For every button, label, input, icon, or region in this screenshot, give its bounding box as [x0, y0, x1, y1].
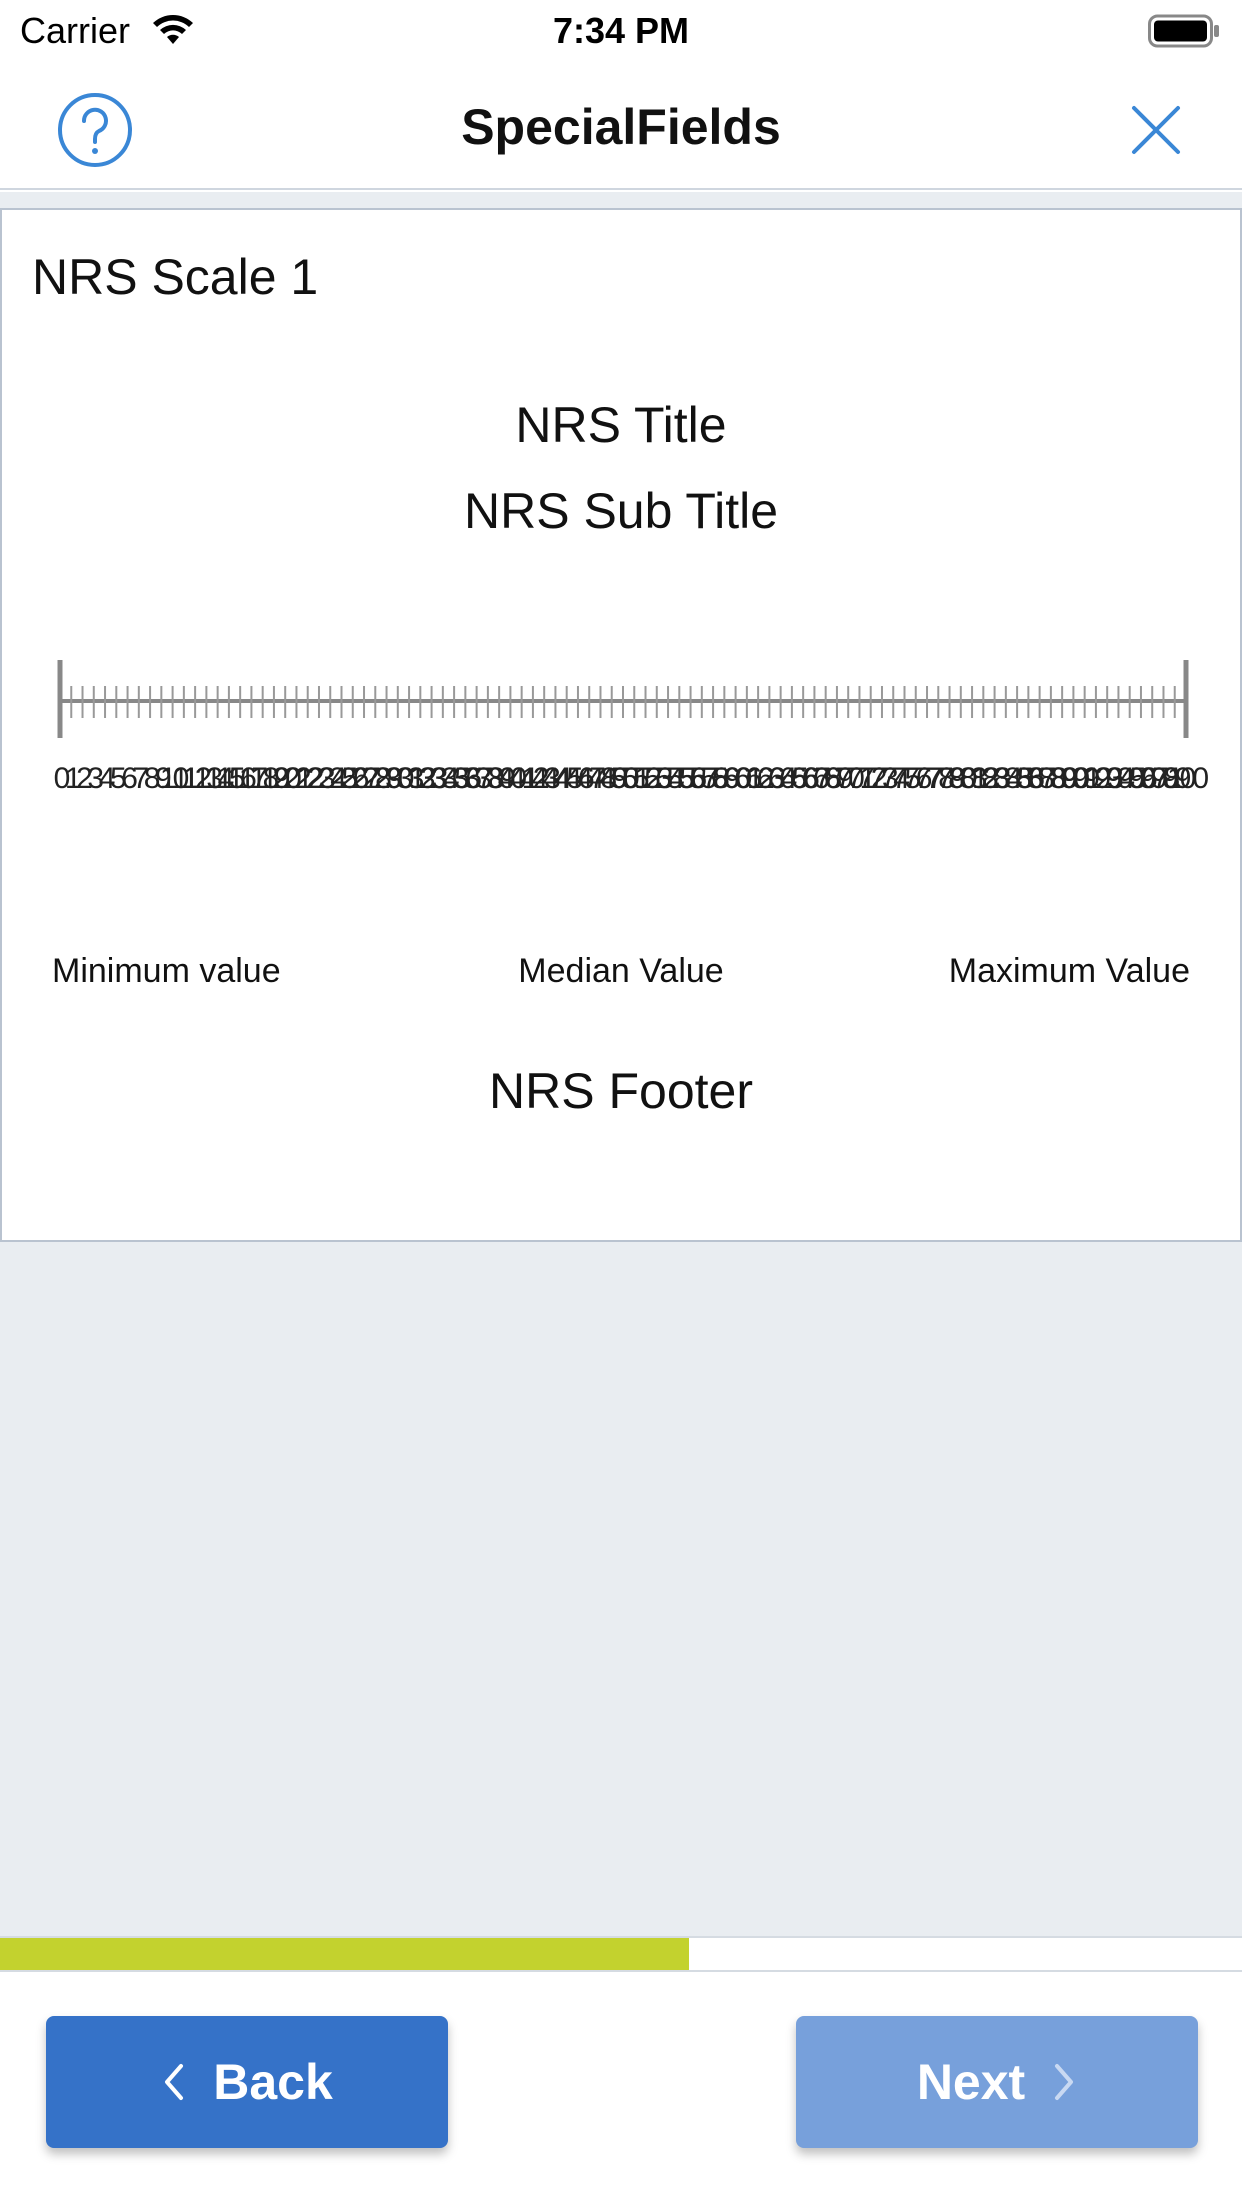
nrs-subtitle: NRS Sub Title [463, 483, 778, 539]
status-bar: Carrier 7:34 PM [0, 0, 1242, 62]
back-button-label: Back [213, 2054, 333, 2110]
chevron-left-icon [165, 2064, 184, 2100]
bottom-bar: Back Next [0, 1974, 1242, 2208]
nrs-card: NRS Scale 1 NRS Title NRS Sub Title 0123… [0, 208, 1242, 1242]
close-icon[interactable] [1124, 98, 1188, 162]
chevron-right-icon [1055, 2064, 1074, 2100]
maximum-label: Maximum Value [948, 952, 1190, 990]
navigation-bar: SpecialFields [0, 62, 1242, 190]
next-button[interactable]: Next [796, 2016, 1198, 2148]
scale-tick-labels: 0 1 2 3 4 5 6 7 8 9 10 11 12 13 14 15 16 17 18 19 20 21 22 23 24… [54, 762, 1209, 802]
content-area: NRS Scale 1 NRS Title NRS Sub Title 0123… [0, 192, 1242, 1936]
battery-icon [1148, 14, 1219, 48]
progress-fill [0, 1938, 690, 1970]
scale-tick-label: 100 [1166, 762, 1209, 795]
nrs-title: NRS Title [515, 397, 727, 453]
scale-ruler[interactable] [56, 650, 1190, 740]
nrs-scale[interactable]: 0 1 2 3 4 5 6 7 8 9 10 11 12 13 14 15 16 17 18 19 20 21 22 23 24… [54, 650, 1209, 810]
progress-bar [0, 1936, 1242, 1972]
page-title: SpecialFields [461, 99, 781, 155]
question-heading: NRS Scale 1 [32, 249, 319, 305]
back-button[interactable]: Back [46, 2016, 448, 2148]
nrs-footer: NRS Footer [489, 1063, 753, 1119]
clock-label: 7:34 PM [552, 10, 690, 51]
next-button-label: Next [916, 2054, 1026, 2110]
